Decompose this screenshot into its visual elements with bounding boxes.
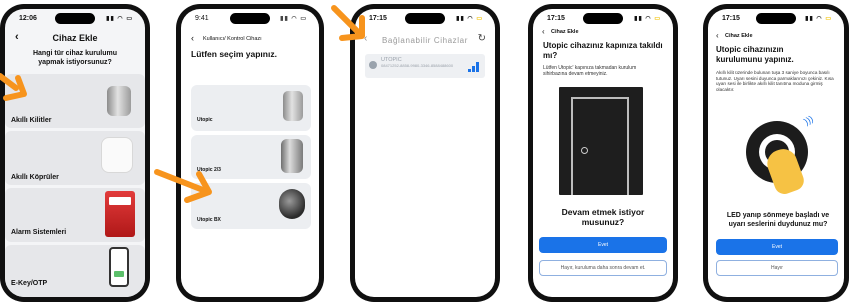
product-label: Utopic BX xyxy=(197,217,221,223)
back-icon[interactable]: ‹ xyxy=(191,33,194,43)
orange-arrow-icon xyxy=(0,73,27,101)
phone-3: 17:15 ▮▮ ◠ ▭ ‹ Bağlanabilir Cihazlar ↻ U… xyxy=(350,4,500,302)
yes-button[interactable]: Evet xyxy=(539,237,667,253)
door-illustration xyxy=(559,87,643,195)
phone-4: 17:15 ▮▮ ◠ ▭ ‹ Cihaz Ekle Utopic cihazın… xyxy=(528,4,678,302)
status-icons: ▮▮ ◠ ▭ xyxy=(106,16,133,22)
no-button[interactable]: Hayır xyxy=(716,260,838,276)
product-utopic[interactable]: Utopic xyxy=(191,85,311,131)
dynamic-island xyxy=(405,13,445,24)
category-label: Akıllı Köprüler xyxy=(11,174,59,181)
alarm-brand-plate xyxy=(109,197,131,205)
utopic-bx-image xyxy=(279,189,305,219)
signal-waves-icon: ))) xyxy=(802,113,815,127)
status-bar: 17:15 ▮▮ ◠ ▭ xyxy=(355,9,495,29)
page-heading: Utopic cihazınız kapınıza takıldı mı? xyxy=(543,41,663,60)
instruction-text: Lütfen Utopic' kapınıza takmadan kurulum… xyxy=(543,65,637,77)
dynamic-island xyxy=(55,13,95,24)
status-time: 9:41 xyxy=(195,15,209,22)
product-label: Utopic xyxy=(197,117,213,123)
setup-question: Hangi tür cihaz kurulumu yapmak istiyors… xyxy=(32,50,117,66)
status-bar: 17:15 ▮▮ ◠ ▭ xyxy=(533,9,673,29)
refresh-icon[interactable]: ↻ xyxy=(478,33,486,44)
page-title: Bağlanabilir Cihazlar xyxy=(382,36,468,45)
utopic-lock-image xyxy=(283,91,303,121)
status-icons: ▮▮ ◠ ▭ xyxy=(634,16,661,22)
device-list-item[interactable]: UTOPIC 08471252-8858-9980-3346-858848860… xyxy=(365,54,485,78)
phone-5: 17:15 ▮▮ ◠ ▭ ‹ Cihaz Ekle Utopic cihazın… xyxy=(703,4,849,302)
back-icon[interactable]: ‹ xyxy=(716,31,719,40)
page-title: Cihaz Ekle xyxy=(551,29,579,35)
status-time: 17:15 xyxy=(547,15,565,22)
category-smart-bridges[interactable]: Akıllı Köprüler xyxy=(5,131,145,185)
device-icon xyxy=(369,61,377,69)
category-alarm-systems[interactable]: Alarm Sistemleri xyxy=(5,188,145,242)
category-label: Alarm Sistemleri xyxy=(11,229,67,236)
orange-arrow-icon xyxy=(331,5,365,41)
breadcrumb: Kullanıcı/ Kontrol Cihazı xyxy=(203,36,262,42)
signal-strength-icon xyxy=(468,62,480,72)
phone-4-screen: 17:15 ▮▮ ◠ ▭ ‹ Cihaz Ekle Utopic cihazın… xyxy=(533,9,673,297)
led-question: LED yanıp sönmeye başladı ve uyarı sesle… xyxy=(726,212,830,228)
device-id: 08471252-8858-9980-3346-8588488600 xyxy=(381,63,454,68)
status-icons: ▮▮ ◠ ▭ xyxy=(805,16,832,22)
phone-1-screen: 12:06 ▮▮ ◠ ▭ ‹ Cihaz Ekle Hangi tür ciha… xyxy=(5,9,145,297)
page-title: Cihaz Ekle xyxy=(725,33,753,39)
smart-bridge-image xyxy=(101,137,133,173)
category-ekey-otp[interactable]: E-Key/OTP xyxy=(5,245,145,297)
phone-otp-image xyxy=(109,247,129,287)
status-time: 17:15 xyxy=(369,15,387,22)
status-icons: ▮▮ ◠ ▭ xyxy=(456,16,483,22)
no-button[interactable]: Hayır, kuruluma daha sonra devam et. xyxy=(539,260,667,276)
status-icons: ▮▮ ◠ ▭ xyxy=(280,16,307,22)
phone-3-screen: 17:15 ▮▮ ◠ ▭ ‹ Bağlanabilir Cihazlar ↻ U… xyxy=(355,9,495,297)
otp-screen-bar xyxy=(114,271,124,277)
status-bar: 12:06 ▮▮ ◠ ▭ xyxy=(5,9,145,29)
category-label: Akıllı Kilitler xyxy=(11,117,52,124)
status-bar: 17:15 ▮▮ ◠ ▭ xyxy=(708,9,844,29)
orange-arrow-icon xyxy=(154,169,212,203)
door-handle-icon xyxy=(581,147,588,154)
instruction-text: Akıllı kilit üzerinde bulunan tuşa 3 san… xyxy=(716,70,834,92)
page-heading: Lütfen seçim yapınız. xyxy=(191,49,277,59)
phone-2-screen: 9:41 ▮▮ ◠ ▭ ‹ Kullanıcı/ Kontrol Cihazı … xyxy=(181,9,319,297)
back-icon[interactable]: ‹ xyxy=(542,27,545,36)
dynamic-island xyxy=(230,13,270,24)
status-time: 17:15 xyxy=(722,15,740,22)
status-bar: 9:41 ▮▮ ◠ ▭ xyxy=(181,9,319,29)
category-label: E-Key/OTP xyxy=(11,280,48,287)
phone-2: 9:41 ▮▮ ◠ ▭ ‹ Kullanıcı/ Kontrol Cihazı … xyxy=(176,4,324,302)
yes-button[interactable]: Evet xyxy=(716,239,838,255)
dynamic-island xyxy=(583,13,623,24)
page-title: Cihaz Ekle xyxy=(52,33,98,43)
smart-lock-image xyxy=(107,86,131,116)
utopic-2-3-image xyxy=(281,139,303,173)
status-time: 12:06 xyxy=(19,15,37,22)
phone-1: 12:06 ▮▮ ◠ ▭ ‹ Cihaz Ekle Hangi tür ciha… xyxy=(0,4,150,302)
page-heading: Utopic cihazınızın kurulumunu yapınız. xyxy=(716,45,794,64)
phone-5-screen: 17:15 ▮▮ ◠ ▭ ‹ Cihaz Ekle Utopic cihazın… xyxy=(708,9,844,297)
dynamic-island xyxy=(756,13,796,24)
alarm-siren-image xyxy=(105,191,135,237)
continue-question: Devam etmek istiyor musunuz? xyxy=(561,207,645,227)
